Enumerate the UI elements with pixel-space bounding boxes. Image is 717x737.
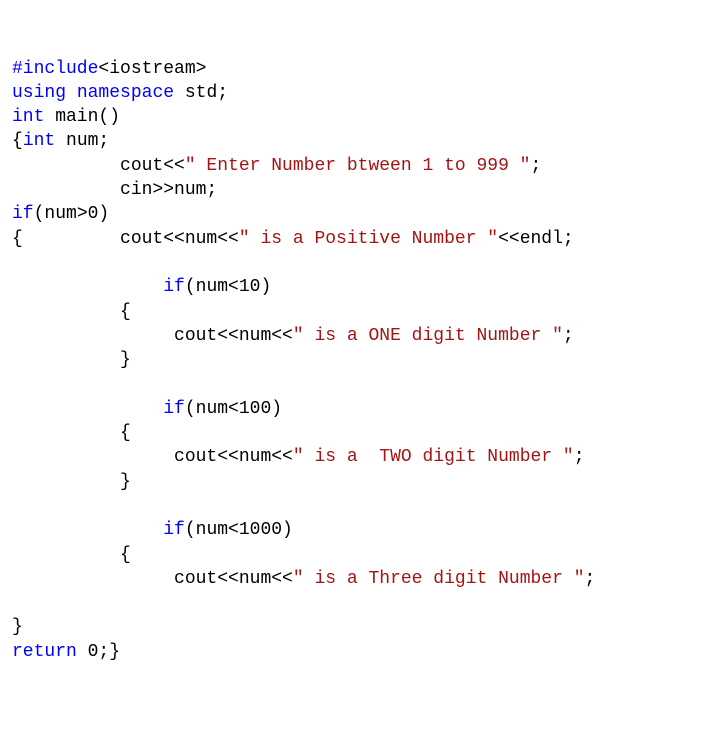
code-line: cout<<" Enter Number btween 1 to 999 ";: [12, 156, 541, 176]
code-block: #include<iostream> using namespace std; …: [12, 57, 705, 664]
string-literal: " is a Positive Number ": [239, 229, 498, 249]
stmt: cout<<num<<: [12, 447, 293, 467]
keyword-int: int: [12, 107, 44, 127]
code-line: {: [12, 423, 131, 443]
code-line: {: [12, 302, 131, 322]
condition: (num<1000): [185, 520, 293, 540]
string-literal: " is a ONE digit Number ": [293, 326, 563, 346]
code-line: if(num>0): [12, 204, 109, 224]
preproc: #include: [12, 59, 98, 79]
stmt-tail: <<endl;: [498, 229, 574, 249]
string-literal: " Enter Number btween 1 to 999 ": [185, 156, 531, 176]
semicolon: ;: [574, 447, 585, 467]
identifier: main(): [44, 107, 120, 127]
code-line: cout<<num<<" is a ONE digit Number ";: [12, 326, 574, 346]
string-literal: " is a Three digit Number ": [293, 569, 585, 589]
keyword-if: if: [163, 277, 185, 297]
code-line: cout<<num<<" is a TWO digit Number ";: [12, 447, 585, 467]
code-line: if(num<1000): [12, 520, 293, 540]
stmt: cin>>num;: [12, 180, 217, 200]
code-line: {int num;: [12, 131, 109, 151]
code-line: {: [12, 545, 131, 565]
code-line: }: [12, 350, 131, 370]
keyword-return: return: [12, 642, 77, 662]
stmt: cout<<num<<: [12, 569, 293, 589]
identifier: std;: [174, 83, 228, 103]
code-line: if(num<10): [12, 277, 271, 297]
condition: (num<100): [185, 399, 282, 419]
brace-open: {: [12, 131, 23, 151]
code-line: return 0;}: [12, 642, 120, 662]
code-line: if(num<100): [12, 399, 282, 419]
code-line: { cout<<num<<" is a Positive Number "<<e…: [12, 229, 574, 249]
stmt: { cout<<num<<: [12, 229, 239, 249]
keyword-using: using: [12, 83, 66, 103]
code-line: }: [12, 472, 131, 492]
code-line: using namespace std;: [12, 83, 228, 103]
keyword-if: if: [163, 399, 185, 419]
stmt: cout<<num<<: [12, 326, 293, 346]
code-line: cin>>num;: [12, 180, 217, 200]
keyword-int: int: [23, 131, 55, 151]
keyword-namespace: namespace: [77, 83, 174, 103]
condition: (num<10): [185, 277, 271, 297]
code-line: cout<<num<<" is a Three digit Number ";: [12, 569, 595, 589]
indent: [12, 520, 163, 540]
condition: (num>0): [34, 204, 110, 224]
code-line: }: [12, 617, 23, 637]
stmt: cout<<: [12, 156, 185, 176]
keyword-if: if: [163, 520, 185, 540]
string-literal: " is a TWO digit Number ": [293, 447, 574, 467]
code-line: #include<iostream>: [12, 59, 206, 79]
semicolon: ;: [585, 569, 596, 589]
stmt-tail: 0;}: [77, 642, 120, 662]
keyword-if: if: [12, 204, 34, 224]
space: [66, 83, 77, 103]
semicolon: ;: [530, 156, 541, 176]
code-line: int main(): [12, 107, 120, 127]
indent: [12, 277, 163, 297]
indent: [12, 399, 163, 419]
identifier: num;: [55, 131, 109, 151]
include-target: <iostream>: [98, 59, 206, 79]
semicolon: ;: [563, 326, 574, 346]
